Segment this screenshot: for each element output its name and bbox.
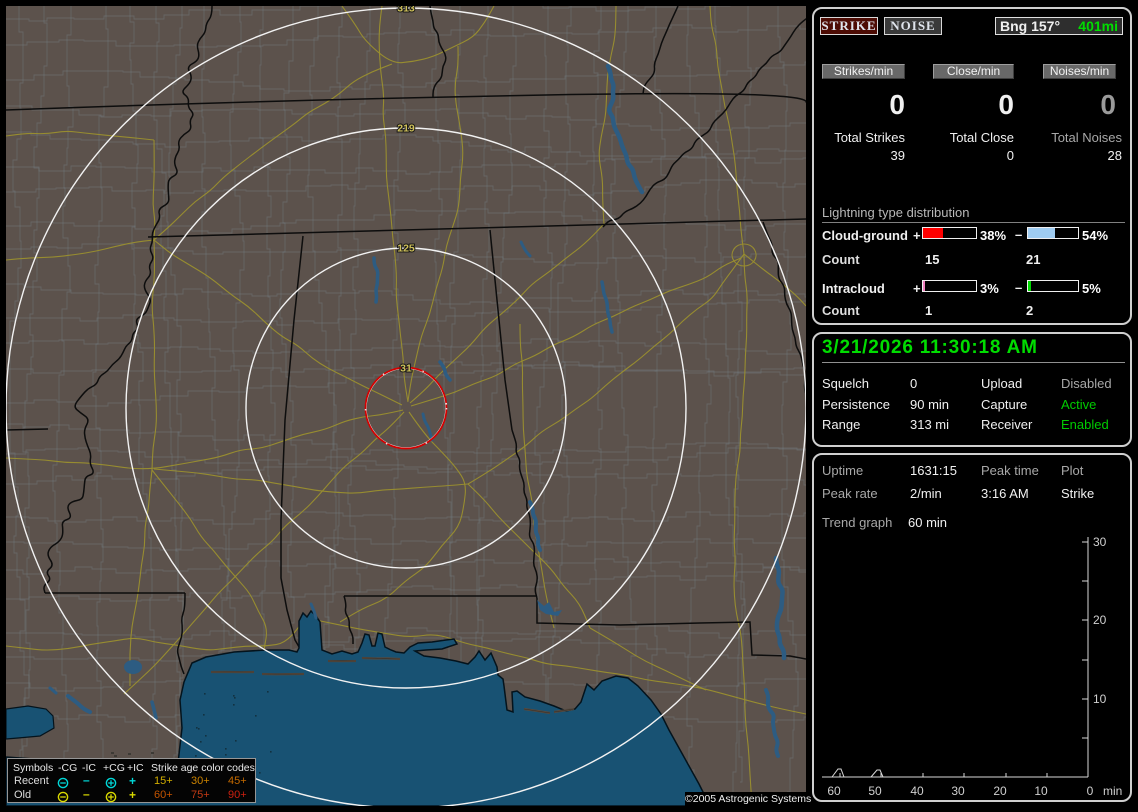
svg-text:0: 0 — [1087, 784, 1094, 798]
svg-text:30: 30 — [1093, 535, 1107, 549]
svg-text:219: 219 — [397, 123, 415, 135]
svg-text:30: 30 — [951, 784, 965, 798]
svg-text:313: 313 — [397, 6, 415, 15]
svg-text:10: 10 — [1093, 692, 1107, 706]
svg-text:125: 125 — [397, 243, 415, 255]
svg-text:50: 50 — [868, 784, 882, 798]
svg-text:60: 60 — [827, 784, 841, 798]
svg-text:20: 20 — [1093, 613, 1107, 627]
svg-text:40: 40 — [910, 784, 924, 798]
svg-text:20: 20 — [993, 784, 1007, 798]
svg-text:min: min — [1103, 784, 1122, 798]
svg-text:31: 31 — [400, 363, 412, 375]
svg-text:10: 10 — [1034, 784, 1048, 798]
